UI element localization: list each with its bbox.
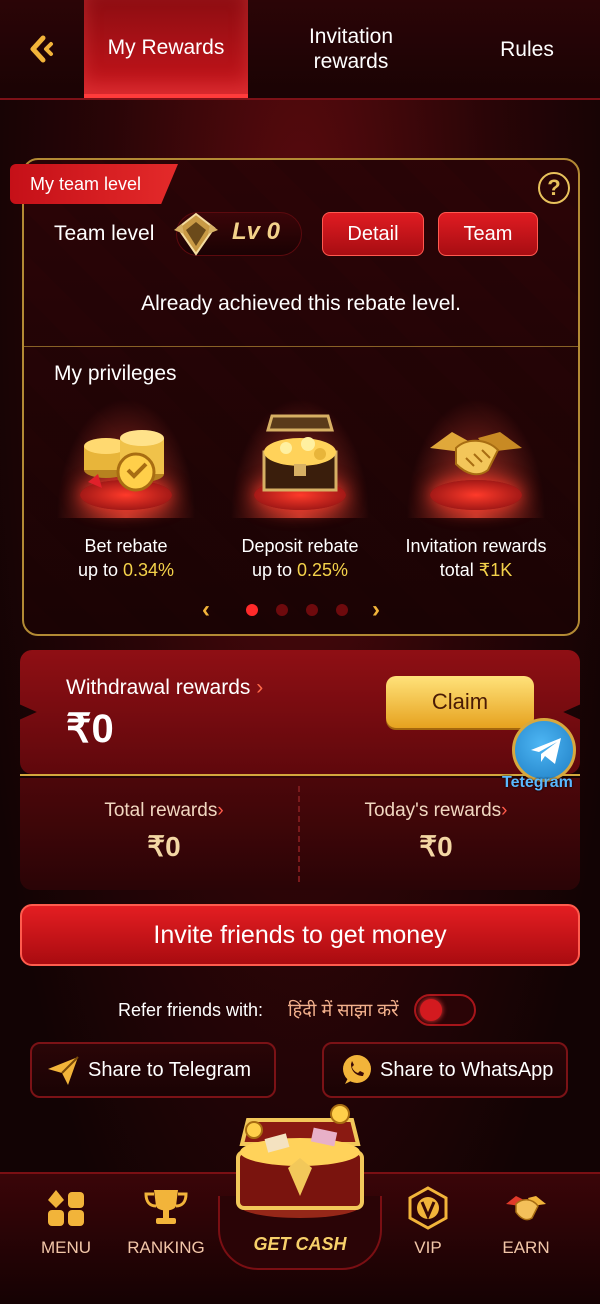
telegram-float-label: Tetegram — [502, 774, 573, 791]
privilege-prefix: total — [439, 560, 479, 580]
nav-ranking[interactable]: RANKING — [116, 1186, 216, 1258]
chevron-right-icon[interactable]: › — [372, 596, 380, 624]
share-whatsapp-label: Share to WhatsApp — [380, 1058, 554, 1081]
trophy-icon — [144, 1190, 188, 1224]
privilege-name: Bet rebate — [84, 536, 168, 556]
todays-rewards-link[interactable]: Today's rewards› — [306, 800, 566, 822]
privilege-value-line: up to 0.25% — [210, 560, 390, 581]
get-cash-label: GET CASH — [253, 1234, 347, 1254]
toggle-knob — [420, 999, 442, 1021]
nav-ranking-label: RANKING — [127, 1238, 205, 1257]
nav-menu[interactable]: MENU — [16, 1186, 116, 1258]
pager-dot[interactable] — [306, 604, 318, 616]
privilege-name: Invitation rewards — [405, 536, 547, 556]
privileges-title: My privileges — [54, 362, 177, 385]
nav-vip[interactable]: VIP — [378, 1186, 478, 1258]
todays-rewards-value: ₹0 — [419, 831, 453, 862]
back-button[interactable] — [0, 0, 84, 98]
share-telegram-label: Share to Telegram — [88, 1058, 252, 1081]
privilege-name: Deposit rebate — [241, 536, 359, 556]
invite-friends-button[interactable]: Invite friends to get money — [20, 904, 580, 966]
handshake-icon — [430, 432, 522, 476]
claim-button[interactable]: Claim — [386, 676, 534, 728]
privilege-value: ₹1K — [478, 560, 513, 580]
chevron-left-icon[interactable]: ‹ — [202, 596, 210, 624]
gold-coins-icon — [84, 430, 164, 492]
back-arrow-icon — [30, 35, 53, 63]
privilege-item-bet-rebate: Bet rebate up to 0.34% — [36, 392, 216, 592]
tab-invitation-rewards[interactable]: Invitation rewards — [248, 0, 454, 98]
chevron-right-icon: › — [217, 800, 224, 821]
withdrawal-label: Withdrawal rewards — [66, 676, 251, 699]
chevron-right-icon: › — [256, 676, 264, 699]
detail-button-label: Detail — [347, 222, 399, 245]
withdrawal-rewards-link[interactable]: Withdrawal rewards › — [66, 676, 263, 700]
withdrawal-divider — [20, 774, 580, 776]
team-level-ribbon: My team level — [10, 164, 178, 204]
refer-label: Refer friends with: — [118, 1000, 264, 1020]
privilege-item-deposit-rebate: Deposit rebate up to 0.25% — [210, 392, 390, 592]
team-level-label: Team level — [54, 222, 155, 245]
cash-chest-icon[interactable] — [222, 1100, 378, 1220]
level-badge-icon — [174, 212, 218, 256]
privilege-value-line: up to 0.34% — [36, 560, 216, 581]
paper-plane-icon — [48, 1056, 79, 1085]
nav-menu-label: MENU — [40, 1238, 92, 1257]
privilege-prefix: up to — [251, 560, 297, 580]
whatsapp-icon — [343, 1055, 371, 1084]
top-tab-bar: My Rewards Invitation rewards Rules — [0, 0, 600, 100]
privilege-prefix: up to — [77, 560, 123, 580]
detail-button[interactable]: Detail — [322, 212, 424, 256]
ribbon-label: My team level — [30, 173, 142, 194]
tab-my-rewards[interactable]: My Rewards — [84, 0, 248, 98]
chevron-right-icon: › — [501, 800, 508, 821]
invite-button-label: Invite friends to get money — [153, 920, 447, 949]
level-value: Lv 0 — [232, 218, 281, 245]
pager-dot[interactable] — [336, 604, 348, 616]
stats-divider — [298, 786, 300, 882]
vip-badge-icon — [408, 1186, 448, 1230]
tab-rules[interactable]: Rules — [454, 0, 600, 98]
telegram-float-button[interactable] — [512, 718, 576, 782]
withdrawal-amount: ₹0 — [66, 707, 114, 751]
team-button-label: Team — [463, 222, 513, 245]
hindi-share-toggle[interactable] — [414, 994, 476, 1026]
todays-rewards-label: Today's rewards — [364, 800, 502, 821]
team-button[interactable]: Team — [438, 212, 538, 256]
card-divider — [24, 346, 578, 347]
claim-button-label: Claim — [431, 689, 489, 714]
hindi-share-label: हिंदी में साझा करें — [288, 1000, 399, 1020]
pager-dot[interactable] — [246, 604, 258, 616]
privileges-pager: ‹ › — [200, 596, 400, 624]
nav-vip-label: VIP — [414, 1238, 442, 1257]
menu-grid-icon — [48, 1190, 84, 1226]
privilege-value: 0.25% — [297, 560, 349, 580]
nav-earn-label: EARN — [502, 1238, 550, 1257]
help-icon[interactable]: ? — [538, 172, 570, 204]
share-whatsapp-button[interactable]: Share to WhatsApp — [322, 1042, 568, 1098]
privilege-value: 0.34% — [123, 560, 175, 580]
treasure-chest-icon — [262, 414, 338, 492]
achieved-message: Already achieved this rebate level. — [141, 292, 461, 315]
total-rewards-label: Total rewards — [104, 800, 218, 821]
total-rewards-link[interactable]: Total rewards› — [34, 800, 294, 822]
nav-earn[interactable]: EARN — [476, 1186, 576, 1258]
pager-dot[interactable] — [276, 604, 288, 616]
handshake-icon — [506, 1196, 546, 1221]
total-rewards-value: ₹0 — [147, 831, 181, 862]
telegram-icon — [531, 738, 561, 764]
share-telegram-button[interactable]: Share to Telegram — [30, 1042, 276, 1098]
privilege-value-line: total ₹1K — [386, 560, 566, 581]
privilege-item-invitation-rewards: Invitation rewards total ₹1K — [386, 392, 566, 592]
